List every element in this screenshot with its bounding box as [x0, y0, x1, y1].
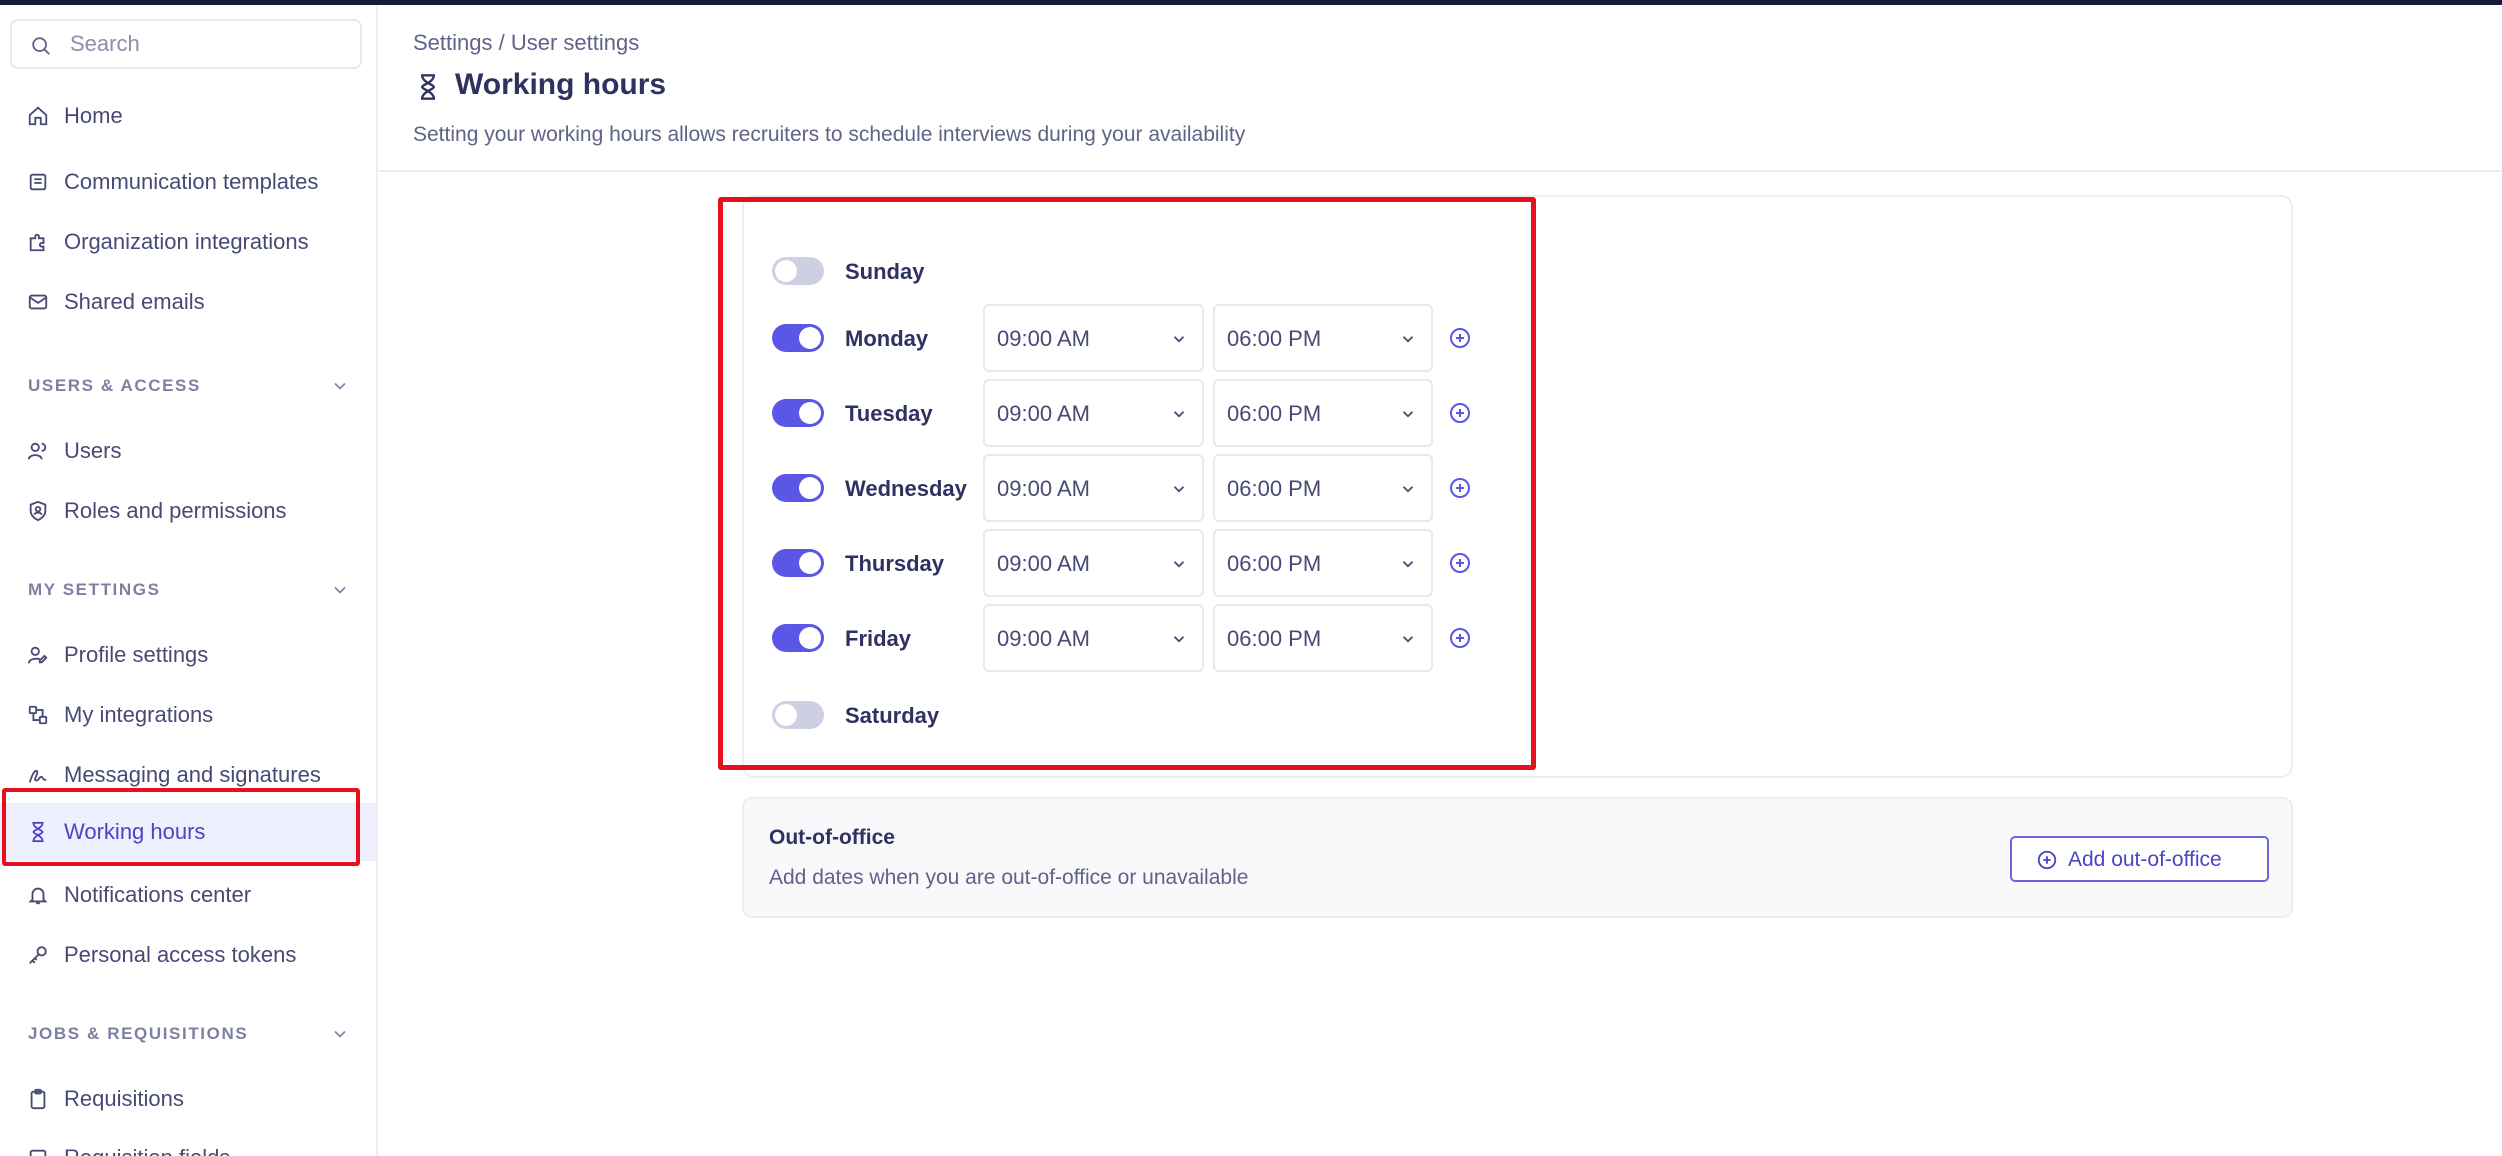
section-label: USERS & ACCESS: [28, 376, 201, 395]
home-icon: [28, 106, 48, 126]
search-input[interactable]: [70, 21, 350, 67]
sidebar-item-label: Profile settings: [64, 642, 209, 667]
signature-icon: [28, 769, 47, 783]
mail-icon: [28, 294, 48, 310]
out-of-office-description: Add dates when you are out-of-office or …: [769, 866, 1249, 889]
plus-circle-icon: [2037, 850, 2057, 870]
sidebar: Home Communication templates Organizatio…: [0, 5, 378, 1156]
page-subtitle: Setting your working hours allows recrui…: [413, 123, 1246, 146]
sidebar-item-shared-emails[interactable]: Shared emails: [0, 273, 376, 331]
sidebar-item-organization-integrations[interactable]: Organization integrations: [0, 213, 376, 271]
sidebar-item-home[interactable]: Home: [0, 87, 376, 145]
add-out-of-office-label: Add out-of-office: [2068, 848, 2222, 871]
out-of-office-card: Out-of-office Add dates when you are out…: [742, 797, 2293, 918]
sidebar-item-label: Organization integrations: [64, 229, 309, 254]
section-users-access[interactable]: USERS & ACCESS: [28, 371, 350, 401]
sidebar-item-label: My integrations: [64, 702, 214, 727]
sidebar-item-label: Requisitions: [64, 1086, 184, 1111]
breadcrumb: Settings / User settings: [413, 30, 640, 55]
users-icon: [27, 442, 47, 460]
chevron-down-icon: [334, 1030, 346, 1038]
sidebar-item-label: Home: [64, 103, 123, 128]
sidebar-item-communication-templates[interactable]: Communication templates: [0, 153, 376, 211]
chevron-down-icon: [334, 586, 346, 594]
chevron-down-icon: [334, 382, 346, 390]
sidebar-item-notifications-center[interactable]: Notifications center: [0, 866, 376, 924]
fields-icon: [29, 1149, 47, 1156]
search-box[interactable]: [10, 19, 362, 69]
puzzle-icon: [29, 233, 45, 252]
sidebar-item-profile-settings[interactable]: Profile settings: [0, 626, 376, 684]
user-edit-icon: [27, 646, 48, 664]
highlight-box-sidebar: [2, 788, 360, 866]
sidebar-item-label: Messaging and signatures: [64, 762, 321, 787]
integrations-icon: [28, 705, 48, 725]
bell-icon: [28, 887, 48, 905]
sidebar-item-personal-access-tokens[interactable]: Personal access tokens: [0, 926, 376, 984]
out-of-office-title: Out-of-office: [769, 826, 895, 849]
section-label: JOBS & REQUISITIONS: [28, 1024, 249, 1043]
add-out-of-office-button[interactable]: Add out-of-office: [2010, 836, 2269, 882]
sidebar-item-label: Notifications center: [64, 882, 252, 907]
sidebar-item-requisition-fields[interactable]: Requisition fields: [0, 1129, 376, 1156]
page-title: Working hours: [455, 68, 667, 101]
sidebar-item-users[interactable]: Users: [0, 422, 376, 480]
search-icon: [32, 37, 50, 55]
sidebar-item-label: Users: [64, 438, 122, 463]
shield-user-icon: [29, 500, 47, 522]
template-icon: [29, 173, 47, 191]
sidebar-item-label: Roles and permissions: [64, 498, 287, 523]
key-icon: [29, 946, 47, 964]
sidebar-item-label: Personal access tokens: [64, 942, 297, 967]
sidebar-item-label: Shared emails: [64, 289, 205, 314]
section-label: MY SETTINGS: [28, 580, 161, 599]
section-jobs-requisitions[interactable]: JOBS & REQUISITIONS: [28, 1019, 350, 1049]
sidebar-item-label: Requisition fields: [64, 1145, 230, 1156]
clipboard-icon: [30, 1088, 46, 1110]
highlight-box-hours: [718, 197, 1536, 770]
header-divider: [378, 170, 2502, 172]
hourglass-icon: [420, 74, 436, 100]
sidebar-item-label: Communication templates: [64, 169, 319, 194]
sidebar-item-requisitions[interactable]: Requisitions: [0, 1070, 376, 1128]
sidebar-item-roles-permissions[interactable]: Roles and permissions: [0, 482, 376, 540]
sidebar-item-my-integrations[interactable]: My integrations: [0, 686, 376, 744]
section-my-settings[interactable]: MY SETTINGS: [28, 575, 350, 605]
